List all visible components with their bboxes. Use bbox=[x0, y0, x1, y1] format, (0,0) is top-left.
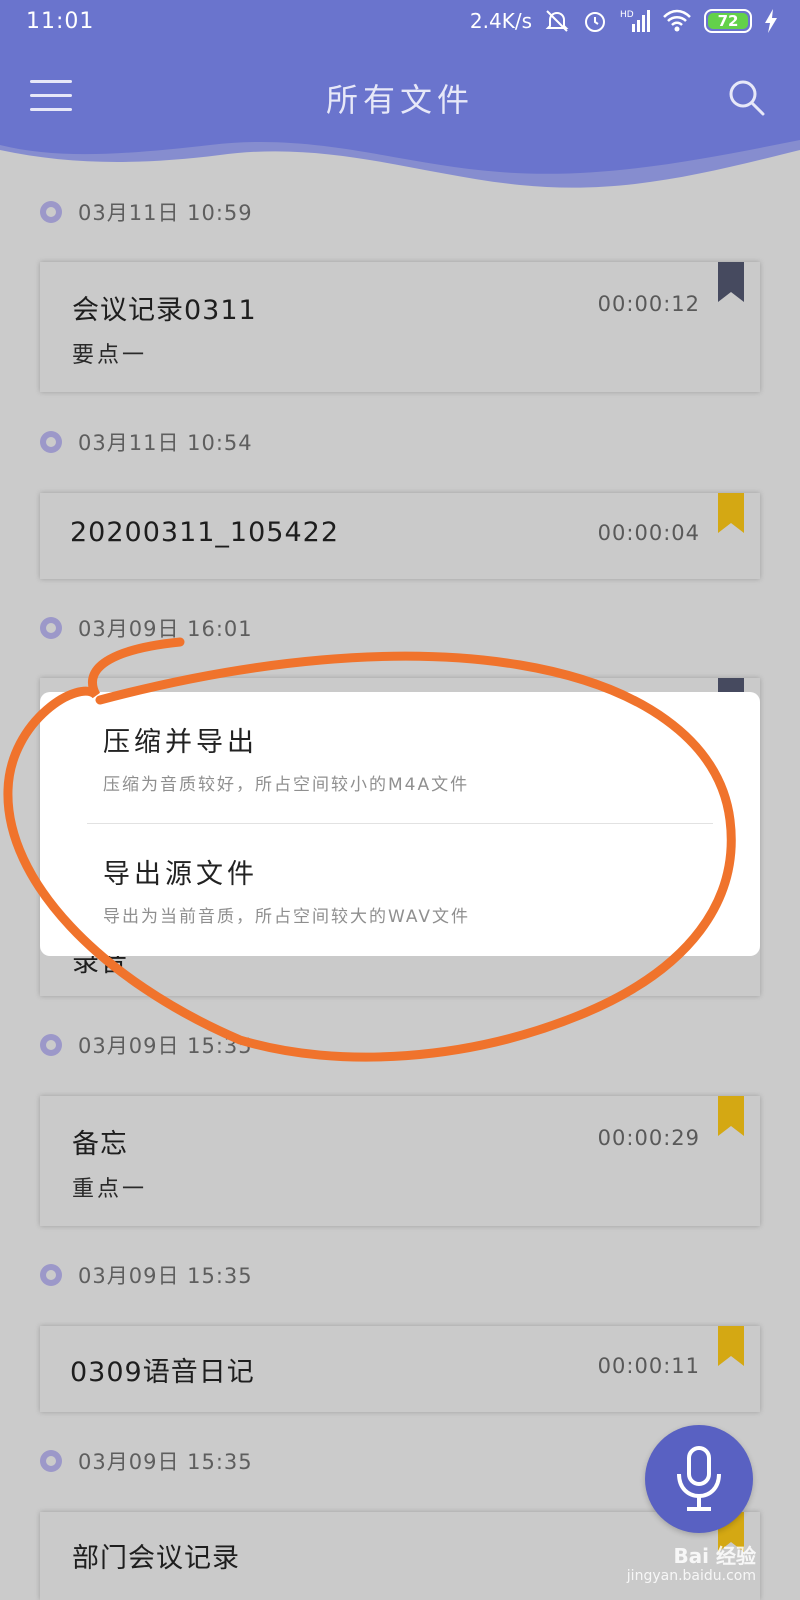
app-header: 11:01 2.4K/s HD 72 所有文件 bbox=[0, 0, 800, 200]
timeline-dot-icon bbox=[40, 617, 62, 639]
export-options-dialog: 压缩并导出 压缩为音质较好，所占空间较小的M4A文件 导出源文件 导出为当前音质… bbox=[40, 692, 760, 956]
battery-icon: 72 bbox=[704, 9, 752, 33]
compress-export-option[interactable]: 压缩并导出 压缩为音质较好，所占空间较小的M4A文件 bbox=[40, 692, 760, 824]
option-title: 导出源文件 bbox=[103, 859, 258, 890]
watermark-url: jingyan.baidu.com bbox=[626, 1568, 756, 1584]
date-header: 03月09日 16:01 bbox=[40, 613, 253, 643]
recording-duration: 00:00:12 bbox=[597, 292, 700, 316]
recording-name: 20200311_105422 bbox=[70, 517, 339, 548]
date-header: 03月09日 15:35 bbox=[40, 1446, 253, 1476]
alarm-icon bbox=[585, 12, 605, 32]
charging-bolt-icon bbox=[765, 9, 777, 33]
timeline-dot-icon bbox=[40, 431, 62, 453]
bookmark-icon[interactable] bbox=[718, 493, 744, 533]
recording-name: 0309语音日记 bbox=[70, 1357, 255, 1388]
date-label: 03月11日 10:54 bbox=[78, 431, 253, 455]
network-speed: 2.4K/s bbox=[469, 9, 532, 33]
date-label: 03月09日 15:35 bbox=[78, 1450, 253, 1474]
recording-duration: 00:00:29 bbox=[597, 1126, 700, 1150]
recording-duration: 00:00:04 bbox=[597, 521, 700, 545]
option-description: 导出为当前音质，所占空间较大的WAV文件 bbox=[103, 907, 471, 927]
recording-card[interactable]: 部门会议记录 bbox=[40, 1512, 760, 1600]
timeline-dot-icon bbox=[40, 201, 62, 223]
recording-name: 备忘 bbox=[72, 1129, 128, 1160]
status-time: 11:01 bbox=[26, 9, 95, 34]
recording-card[interactable]: 20200311_105422 00:00:04 bbox=[40, 493, 760, 579]
watermark-brand: Bai 经验 bbox=[673, 1544, 756, 1568]
search-icon[interactable] bbox=[727, 78, 767, 118]
option-title: 压缩并导出 bbox=[103, 727, 258, 758]
recording-name: 会议记录0311 bbox=[72, 295, 257, 326]
signal-hd-label: HD bbox=[620, 10, 634, 20]
recording-note: 要点一 bbox=[72, 343, 148, 368]
timeline-dot-icon bbox=[40, 1450, 62, 1472]
wifi-icon bbox=[663, 9, 691, 32]
recording-card[interactable]: 备忘 重点一 00:00:29 bbox=[40, 1096, 760, 1226]
recording-note: 重点一 bbox=[72, 1177, 148, 1202]
date-header: 03月09日 15:35 bbox=[40, 1260, 253, 1290]
record-fab-button[interactable] bbox=[645, 1425, 753, 1533]
timeline-dot-icon bbox=[40, 1034, 62, 1056]
bookmark-icon[interactable] bbox=[718, 262, 744, 302]
timeline-dot-icon bbox=[40, 1264, 62, 1286]
date-header: 03月11日 10:54 bbox=[40, 427, 253, 457]
export-source-option[interactable]: 导出源文件 导出为当前音质，所占空间较大的WAV文件 bbox=[40, 824, 760, 956]
recording-card[interactable]: 会议记录0311 要点一 00:00:12 bbox=[40, 262, 760, 392]
recording-duration: 00:00:11 bbox=[597, 1354, 700, 1378]
cell-signal-icon: HD bbox=[620, 10, 650, 32]
recording-name: 部门会议记录 bbox=[72, 1543, 240, 1574]
date-label: 03月11日 10:59 bbox=[78, 201, 253, 225]
battery-level: 72 bbox=[717, 12, 739, 30]
page-title: 所有文件 bbox=[325, 81, 474, 119]
recording-card[interactable]: 0309语音日记 00:00:11 bbox=[40, 1326, 760, 1412]
bookmark-icon[interactable] bbox=[718, 1096, 744, 1136]
option-description: 压缩为音质较好，所占空间较小的M4A文件 bbox=[103, 775, 470, 795]
date-header: 03月11日 10:59 bbox=[40, 197, 253, 227]
mute-bell-icon bbox=[545, 10, 569, 32]
date-label: 03月09日 15:35 bbox=[78, 1034, 253, 1058]
date-label: 03月09日 15:35 bbox=[78, 1264, 253, 1288]
date-label: 03月09日 16:01 bbox=[78, 617, 253, 641]
bookmark-icon[interactable] bbox=[718, 1326, 744, 1366]
microphone-icon bbox=[677, 1446, 721, 1511]
date-header: 03月09日 15:35 bbox=[40, 1030, 253, 1060]
status-bar: 11:01 2.4K/s HD 72 bbox=[0, 0, 800, 46]
